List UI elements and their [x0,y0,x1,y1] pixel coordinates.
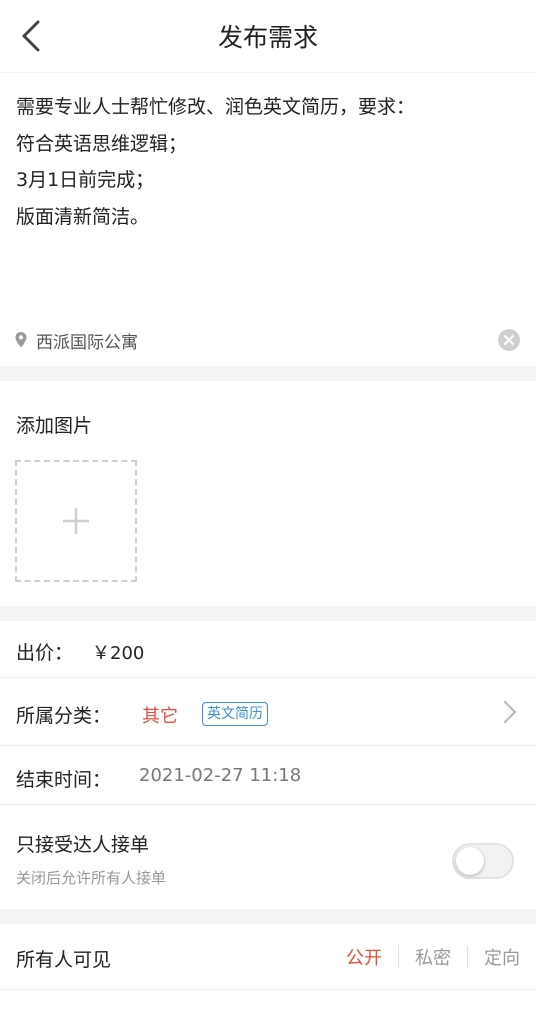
description-area[interactable]: 需要专业人士帮忙修改、润色英文简历，要求： 符合英语思维逻辑； 3月1日前完成；… [0,72,536,366]
category-value: 其它 [142,706,178,727]
expert-only-row: 只接受达人接单 关闭后允许所有人接单 [0,805,536,909]
expert-only-hint: 关闭后允许所有人接单 [16,869,167,887]
section-divider [0,366,536,381]
end-time-label: 结束时间： [16,769,112,791]
section-divider [0,909,536,924]
visibility-label: 所有人可见 [16,949,112,971]
add-image-label: 添加图片 [16,415,93,437]
description-line: 版面清新简洁。 [16,205,150,228]
visibility-options: 公开 私密 定向 [330,924,520,990]
add-image-button[interactable] [15,460,137,582]
price-value[interactable]: ￥200 [92,639,144,665]
plus-icon [63,508,89,534]
end-time-row[interactable]: 结束时间： 2021-02-27 11:18 [0,746,536,805]
visibility-option-private[interactable]: 私密 [399,944,467,970]
visibility-option-public[interactable]: 公开 [330,944,398,970]
category-tag: 英文简历 [202,702,268,726]
toggle-knob [456,847,484,875]
price-label: 出价： [16,642,74,664]
category-label: 所属分类： [16,705,112,727]
expert-only-toggle[interactable] [452,843,514,879]
location-pin-icon [15,332,27,348]
description-line: 3月1日前完成； [16,169,155,191]
description-line: 需要专业人士帮忙修改、润色英文简历，要求： [16,96,416,118]
top-bar: 发布需求 [0,0,536,72]
end-time-value[interactable]: 2021-02-27 11:18 [139,765,301,786]
expert-only-label: 只接受达人接单 [16,834,150,856]
category-row[interactable]: 所属分类： 其它 英文简历 [0,678,536,746]
page-title: 发布需求 [217,23,318,52]
section-divider [0,606,536,621]
visibility-row: 所有人可见 公开 私密 定向 [0,924,536,990]
visibility-option-targeted[interactable]: 定向 [468,944,520,970]
image-section: 添加图片 [0,381,536,606]
price-row[interactable]: 出价： ￥200 [0,621,536,678]
clear-circle-icon[interactable] [497,328,521,352]
chevron-right-icon [503,700,517,724]
description-line: 符合英语思维逻辑； [16,132,188,155]
location-selector[interactable]: 西派国际公寓 [14,327,138,353]
location-label: 西派国际公寓 [36,332,138,353]
description-text[interactable]: 需要专业人士帮忙修改、润色英文简历，要求： 符合英语思维逻辑； 3月1日前完成；… [16,89,520,235]
